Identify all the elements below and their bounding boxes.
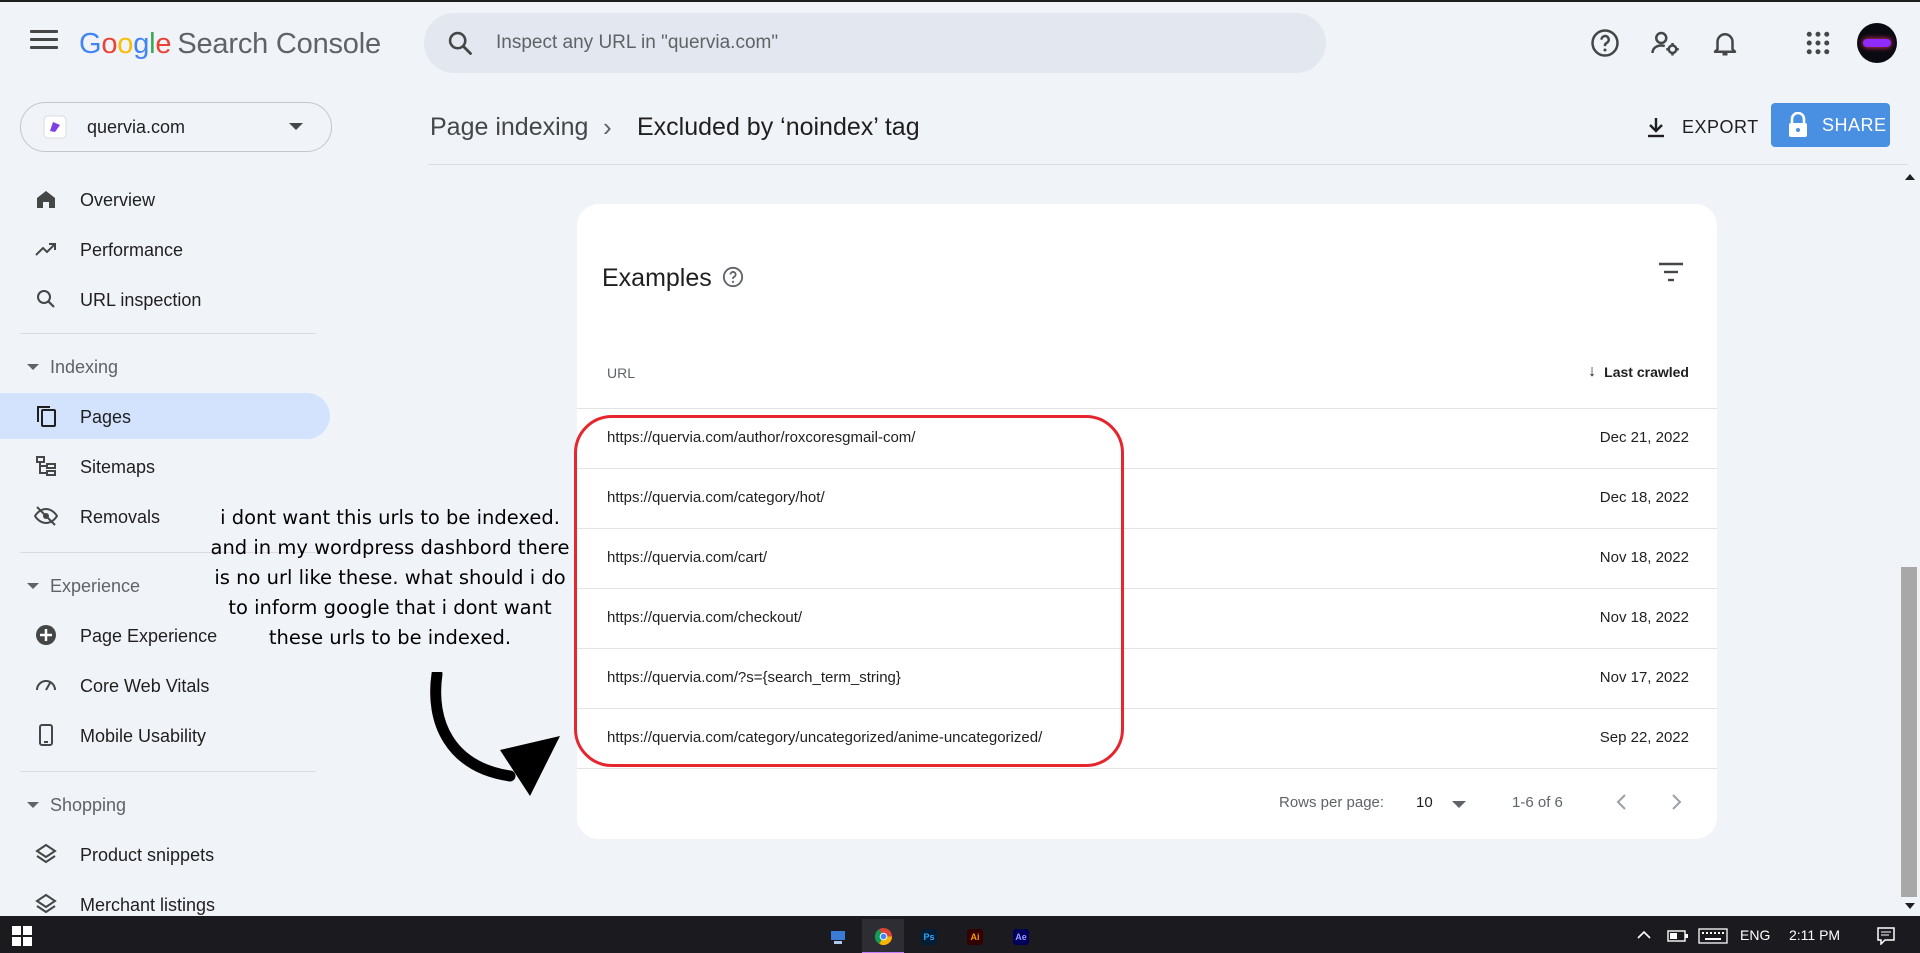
sidebar-item-sitemaps[interactable]: Sitemaps	[0, 443, 330, 489]
tray-chevron-up-icon[interactable]	[1637, 930, 1651, 940]
scrollbar-thumb[interactable]	[1901, 567, 1917, 897]
sidebar-item-product-snippets[interactable]: Product snippets	[0, 831, 330, 877]
illustrator-icon: Ai	[967, 929, 983, 945]
chevron-right-icon[interactable]	[1664, 790, 1688, 814]
chevron-left-icon[interactable]	[1610, 790, 1634, 814]
keyboard-icon[interactable]	[1698, 928, 1728, 944]
chrome-icon	[874, 927, 893, 946]
sidebar-section-indexing[interactable]: Indexing	[0, 347, 320, 387]
main-menu-icon[interactable]	[30, 30, 58, 54]
collapse-icon	[27, 364, 39, 370]
breadcrumb-separator-icon: ›	[603, 112, 612, 142]
row-date: Dec 21, 2022	[1599, 429, 1689, 446]
property-selector[interactable]: quervia.com	[20, 102, 332, 152]
property-icon	[43, 115, 67, 139]
taskbar-illustrator[interactable]: Ai	[954, 919, 996, 953]
windows-taskbar: Ps Ai Ae ENG 2:11 PM	[0, 916, 1920, 953]
annotation-arrow-icon	[430, 672, 560, 796]
page-title: Excluded by ‘noindex’ tag	[637, 113, 920, 141]
property-name: quervia.com	[87, 117, 186, 137]
sidebar-section-shopping[interactable]: Shopping	[0, 785, 320, 825]
pagination-range: 1-6 of 6	[1512, 794, 1563, 811]
layers-icon	[35, 843, 57, 864]
url-inspect-search[interactable]	[424, 13, 1326, 73]
table-bottom-border	[577, 768, 1717, 769]
notification-center-icon[interactable]	[1876, 926, 1896, 945]
column-header-last-crawled[interactable]: ↓ Last crawled	[1588, 363, 1689, 381]
sidebar-item-pages[interactable]: Pages	[0, 393, 330, 439]
sidebar-item-performance[interactable]: Performance	[0, 226, 330, 272]
annotation-text: i dont want this urls to be indexed. and…	[210, 506, 570, 649]
help-icon[interactable]	[722, 266, 744, 288]
app-header: Google Search Console	[0, 2, 1920, 86]
download-icon	[1648, 118, 1664, 138]
trending-icon	[35, 243, 56, 256]
product-logo[interactable]: Google Search Console	[79, 28, 381, 61]
sort-down-icon: ↓	[1588, 363, 1597, 380]
input-language[interactable]: ENG	[1740, 927, 1770, 943]
taskbar-after-effects[interactable]: Ae	[1000, 919, 1042, 953]
account-settings-icon[interactable]	[1650, 28, 1680, 58]
phone-icon	[39, 724, 53, 746]
sidebar-item-mobile-usability[interactable]: Mobile Usability	[0, 712, 330, 758]
taskbar-desktop-app[interactable]	[817, 919, 859, 953]
search-input[interactable]	[496, 27, 1296, 59]
column-header-url[interactable]: URL	[607, 365, 635, 381]
annotation-highlight	[574, 415, 1124, 767]
sitemap-icon	[36, 456, 56, 476]
account-avatar[interactable]	[1857, 23, 1897, 63]
breadcrumb-parent[interactable]: Page indexing	[430, 113, 588, 142]
sidebar-divider	[20, 333, 316, 334]
battery-icon[interactable]	[1667, 928, 1689, 943]
dropdown-caret-icon	[289, 123, 303, 130]
collapse-icon	[27, 583, 39, 589]
rows-per-page-select[interactable]: 10	[1416, 794, 1433, 811]
lock-icon	[1789, 112, 1807, 137]
sidebar-item-merchant-listings[interactable]: Merchant listings	[0, 881, 330, 915]
sidebar-item-url-inspection[interactable]: URL inspection	[0, 276, 330, 322]
page-experience-icon	[36, 625, 56, 645]
collapse-icon	[27, 802, 39, 808]
header-divider	[428, 164, 1908, 165]
apps-grid-icon[interactable]	[1803, 28, 1833, 58]
sidebar-divider	[20, 771, 316, 772]
after-effects-icon: Ae	[1013, 929, 1029, 945]
scroll-up-icon[interactable]	[1905, 174, 1915, 180]
visibility-off-icon	[34, 506, 58, 526]
row-date: Nov 18, 2022	[1599, 549, 1689, 566]
row-date: Nov 18, 2022	[1599, 609, 1689, 626]
sidebar-item-overview[interactable]: Overview	[0, 176, 330, 222]
help-icon[interactable]	[1590, 28, 1620, 58]
search-icon	[37, 290, 55, 308]
sidebar-item-core-web-vitals[interactable]: Core Web Vitals	[0, 662, 330, 708]
search-icon	[448, 31, 472, 55]
rows-per-page-label: Rows per page:	[1279, 794, 1385, 811]
windows-start-icon[interactable]	[12, 926, 32, 946]
row-date: Dec 18, 2022	[1599, 489, 1689, 506]
share-button[interactable]: SHARE	[1771, 103, 1890, 147]
page-scrollbar[interactable]	[1898, 165, 1920, 917]
export-button[interactable]: EXPORT	[1644, 110, 1759, 144]
desktop-app-icon	[831, 931, 845, 944]
examples-title: Examples	[602, 264, 712, 292]
product-name: Search Console	[177, 28, 381, 60]
rows-per-page-caret-icon[interactable]	[1452, 801, 1466, 808]
notifications-icon[interactable]	[1710, 28, 1740, 58]
home-icon	[37, 191, 55, 208]
taskbar-photoshop[interactable]: Ps	[908, 919, 950, 953]
pages-icon	[37, 406, 56, 427]
photoshop-icon: Ps	[921, 929, 937, 945]
row-date: Nov 17, 2022	[1599, 669, 1689, 686]
taskbar-clock[interactable]: 2:11 PM	[1789, 927, 1840, 943]
speed-icon	[36, 680, 56, 691]
filter-icon[interactable]	[1657, 260, 1685, 284]
scroll-down-icon[interactable]	[1905, 903, 1915, 909]
taskbar-chrome[interactable]	[862, 919, 904, 953]
layers-icon	[35, 893, 57, 914]
row-date: Sep 22, 2022	[1599, 729, 1689, 746]
